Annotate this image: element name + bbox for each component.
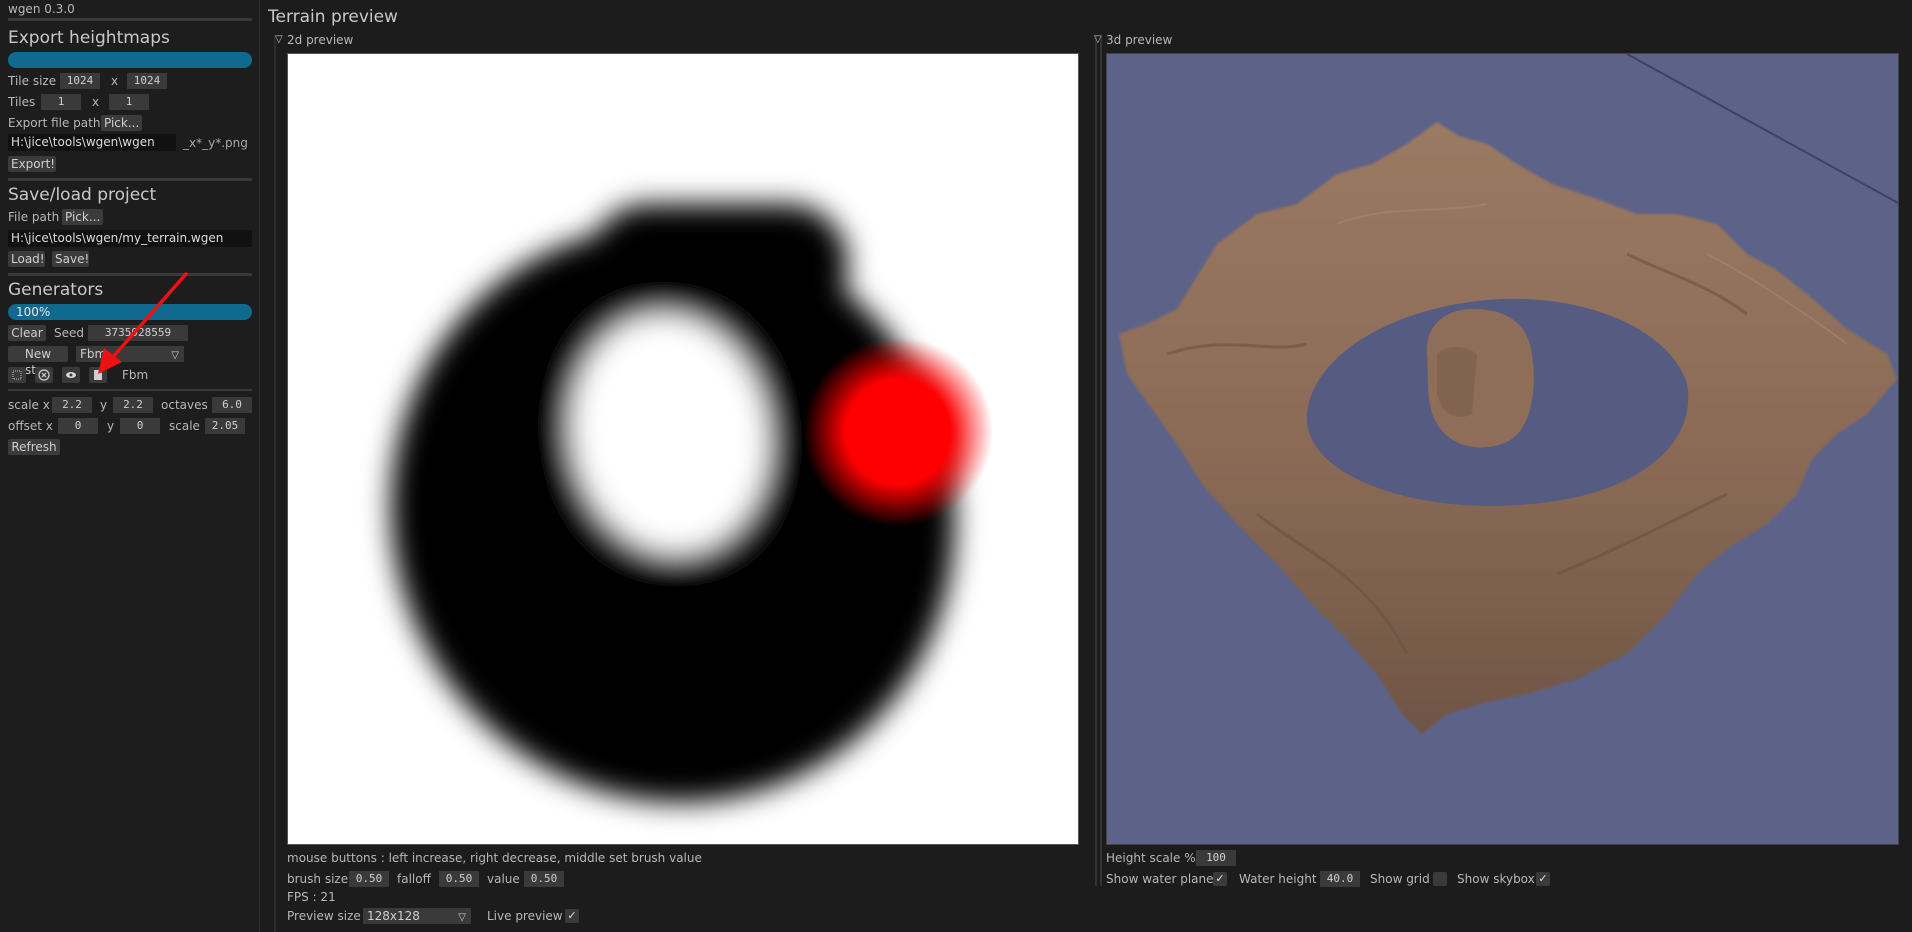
collapse-3d-icon[interactable]: ▽: [1094, 34, 1102, 45]
offset-y-input[interactable]: 0: [120, 418, 160, 434]
show-water-label: Show water plane: [1106, 872, 1214, 886]
export-button[interactable]: Export!: [8, 156, 56, 172]
offset-x-label: offset x: [8, 419, 53, 433]
falloff-input[interactable]: 0.50: [439, 871, 479, 887]
seed-label: Seed: [54, 326, 84, 340]
offset-y-label: y: [107, 419, 115, 433]
export-suffix: _x*_y*.png: [183, 136, 248, 150]
scale-y-input[interactable]: 2.2: [113, 397, 153, 413]
tile-size-x-input[interactable]: 1024: [60, 73, 100, 89]
x-separator: x: [92, 95, 100, 109]
divider: [1095, 36, 1097, 886]
project-pick-button[interactable]: Pick...: [62, 209, 103, 225]
delete-step-icon[interactable]: [35, 367, 53, 383]
project-section-title: Save/load project: [8, 185, 157, 205]
brush-size-input[interactable]: 0.50: [349, 871, 389, 887]
save-button[interactable]: Save!: [52, 251, 89, 267]
preview-size-select[interactable]: 128x128 ▽: [363, 908, 471, 924]
show-grid-label: Show grid: [1370, 872, 1430, 886]
falloff-label: falloff: [397, 872, 431, 886]
terrain-3d-render: [1107, 54, 1898, 844]
step-name-label: Fbm: [122, 368, 149, 382]
value-label: value: [487, 872, 520, 886]
project-path-label: File path: [8, 210, 60, 224]
brush-size-label: brush size: [287, 872, 349, 886]
check-icon: ✓: [1215, 872, 1225, 885]
show-skybox-checkbox[interactable]: ✓: [1536, 872, 1550, 886]
octaves-input[interactable]: 6.0: [212, 397, 252, 413]
tiles-x-input[interactable]: 1: [41, 94, 81, 110]
visibility-icon[interactable]: [62, 367, 80, 383]
divider: [274, 36, 276, 932]
refresh-button[interactable]: Refresh: [8, 439, 60, 455]
value-input[interactable]: 0.50: [524, 871, 564, 887]
new-step-button[interactable]: New step: [8, 346, 68, 377]
tile-size-y-input[interactable]: 1024: [127, 73, 167, 89]
show-skybox-label: Show skybox: [1457, 872, 1535, 886]
divider: [8, 389, 252, 391]
scale-y-label: y: [100, 398, 108, 412]
collapse-2d-icon[interactable]: ▽: [275, 34, 283, 45]
heightmap-image: [288, 54, 1078, 844]
seed-input[interactable]: 3735928559: [88, 325, 188, 341]
height-scale-input[interactable]: 100: [1196, 850, 1236, 866]
live-preview-label: Live preview: [487, 909, 563, 923]
divider: [1100, 36, 1102, 886]
water-height-input[interactable]: 40.0: [1320, 871, 1360, 887]
preview-size-label: Preview size: [287, 909, 361, 923]
tiles-label: Tiles: [8, 95, 36, 109]
step-options-icon[interactable]: [89, 367, 107, 383]
live-preview-checkbox[interactable]: ✓: [565, 909, 579, 923]
step-toggle-icon[interactable]: [8, 367, 26, 383]
x-separator: x: [111, 74, 119, 88]
clear-button[interactable]: Clear: [8, 325, 46, 341]
check-icon: ✓: [567, 909, 577, 922]
preview-3d-header[interactable]: 3d preview: [1106, 32, 1172, 48]
project-path-input[interactable]: H:\jice\tools\wgen/my_terrain.wgen: [8, 230, 252, 247]
export-path-label: Export file path: [8, 116, 101, 130]
octaves-label: octaves: [161, 398, 208, 412]
show-grid-checkbox[interactable]: [1433, 872, 1447, 886]
offset-x-input[interactable]: 0: [58, 418, 98, 434]
preview-size-value: 128x128: [367, 909, 420, 923]
export-progress-bar: [8, 52, 252, 68]
generators-progress-bar: 100%: [8, 304, 252, 320]
scale-x-label: scale x: [8, 398, 50, 412]
water-height-label: Water height: [1239, 872, 1317, 886]
fps-readout: FPS : 21: [287, 890, 336, 904]
height-scale-label: Height scale %: [1106, 851, 1196, 865]
step-type-value: Fbm: [80, 347, 107, 361]
scale-x-input[interactable]: 2.2: [52, 397, 92, 413]
check-icon: ✓: [1538, 872, 1548, 885]
step-type-select[interactable]: Fbm ▽: [76, 346, 184, 362]
chevron-down-icon: ▽: [171, 350, 179, 361]
export-pick-button[interactable]: Pick...: [101, 115, 142, 131]
scale-label: scale: [169, 419, 200, 433]
terrain-3d-view[interactable]: [1106, 53, 1899, 845]
show-water-checkbox[interactable]: ✓: [1213, 872, 1227, 886]
app-version: wgen 0.3.0: [8, 2, 75, 16]
preview-2d-header[interactable]: 2d preview: [287, 32, 353, 48]
heightmap-canvas[interactable]: [287, 53, 1079, 845]
export-path-input[interactable]: H:\jice\tools\wgen\wgen: [8, 134, 176, 151]
mouse-help-text: mouse buttons : left increase, right dec…: [287, 851, 702, 865]
divider: [8, 178, 252, 181]
divider: [8, 273, 252, 276]
brush-cursor: [803, 337, 993, 527]
export-section-title: Export heightmaps: [8, 28, 170, 48]
tile-size-label: Tile size: [8, 74, 57, 88]
divider: [8, 18, 252, 21]
chevron-down-icon: ▽: [458, 912, 466, 923]
window-title: Terrain preview: [268, 7, 398, 27]
generator-panel: wgen 0.3.0 Export heightmaps Tile size 1…: [0, 0, 260, 932]
load-button[interactable]: Load!: [8, 251, 45, 267]
generators-section-title: Generators: [8, 280, 104, 300]
tiles-y-input[interactable]: 1: [109, 94, 149, 110]
scale-input[interactable]: 2.05: [205, 418, 245, 434]
